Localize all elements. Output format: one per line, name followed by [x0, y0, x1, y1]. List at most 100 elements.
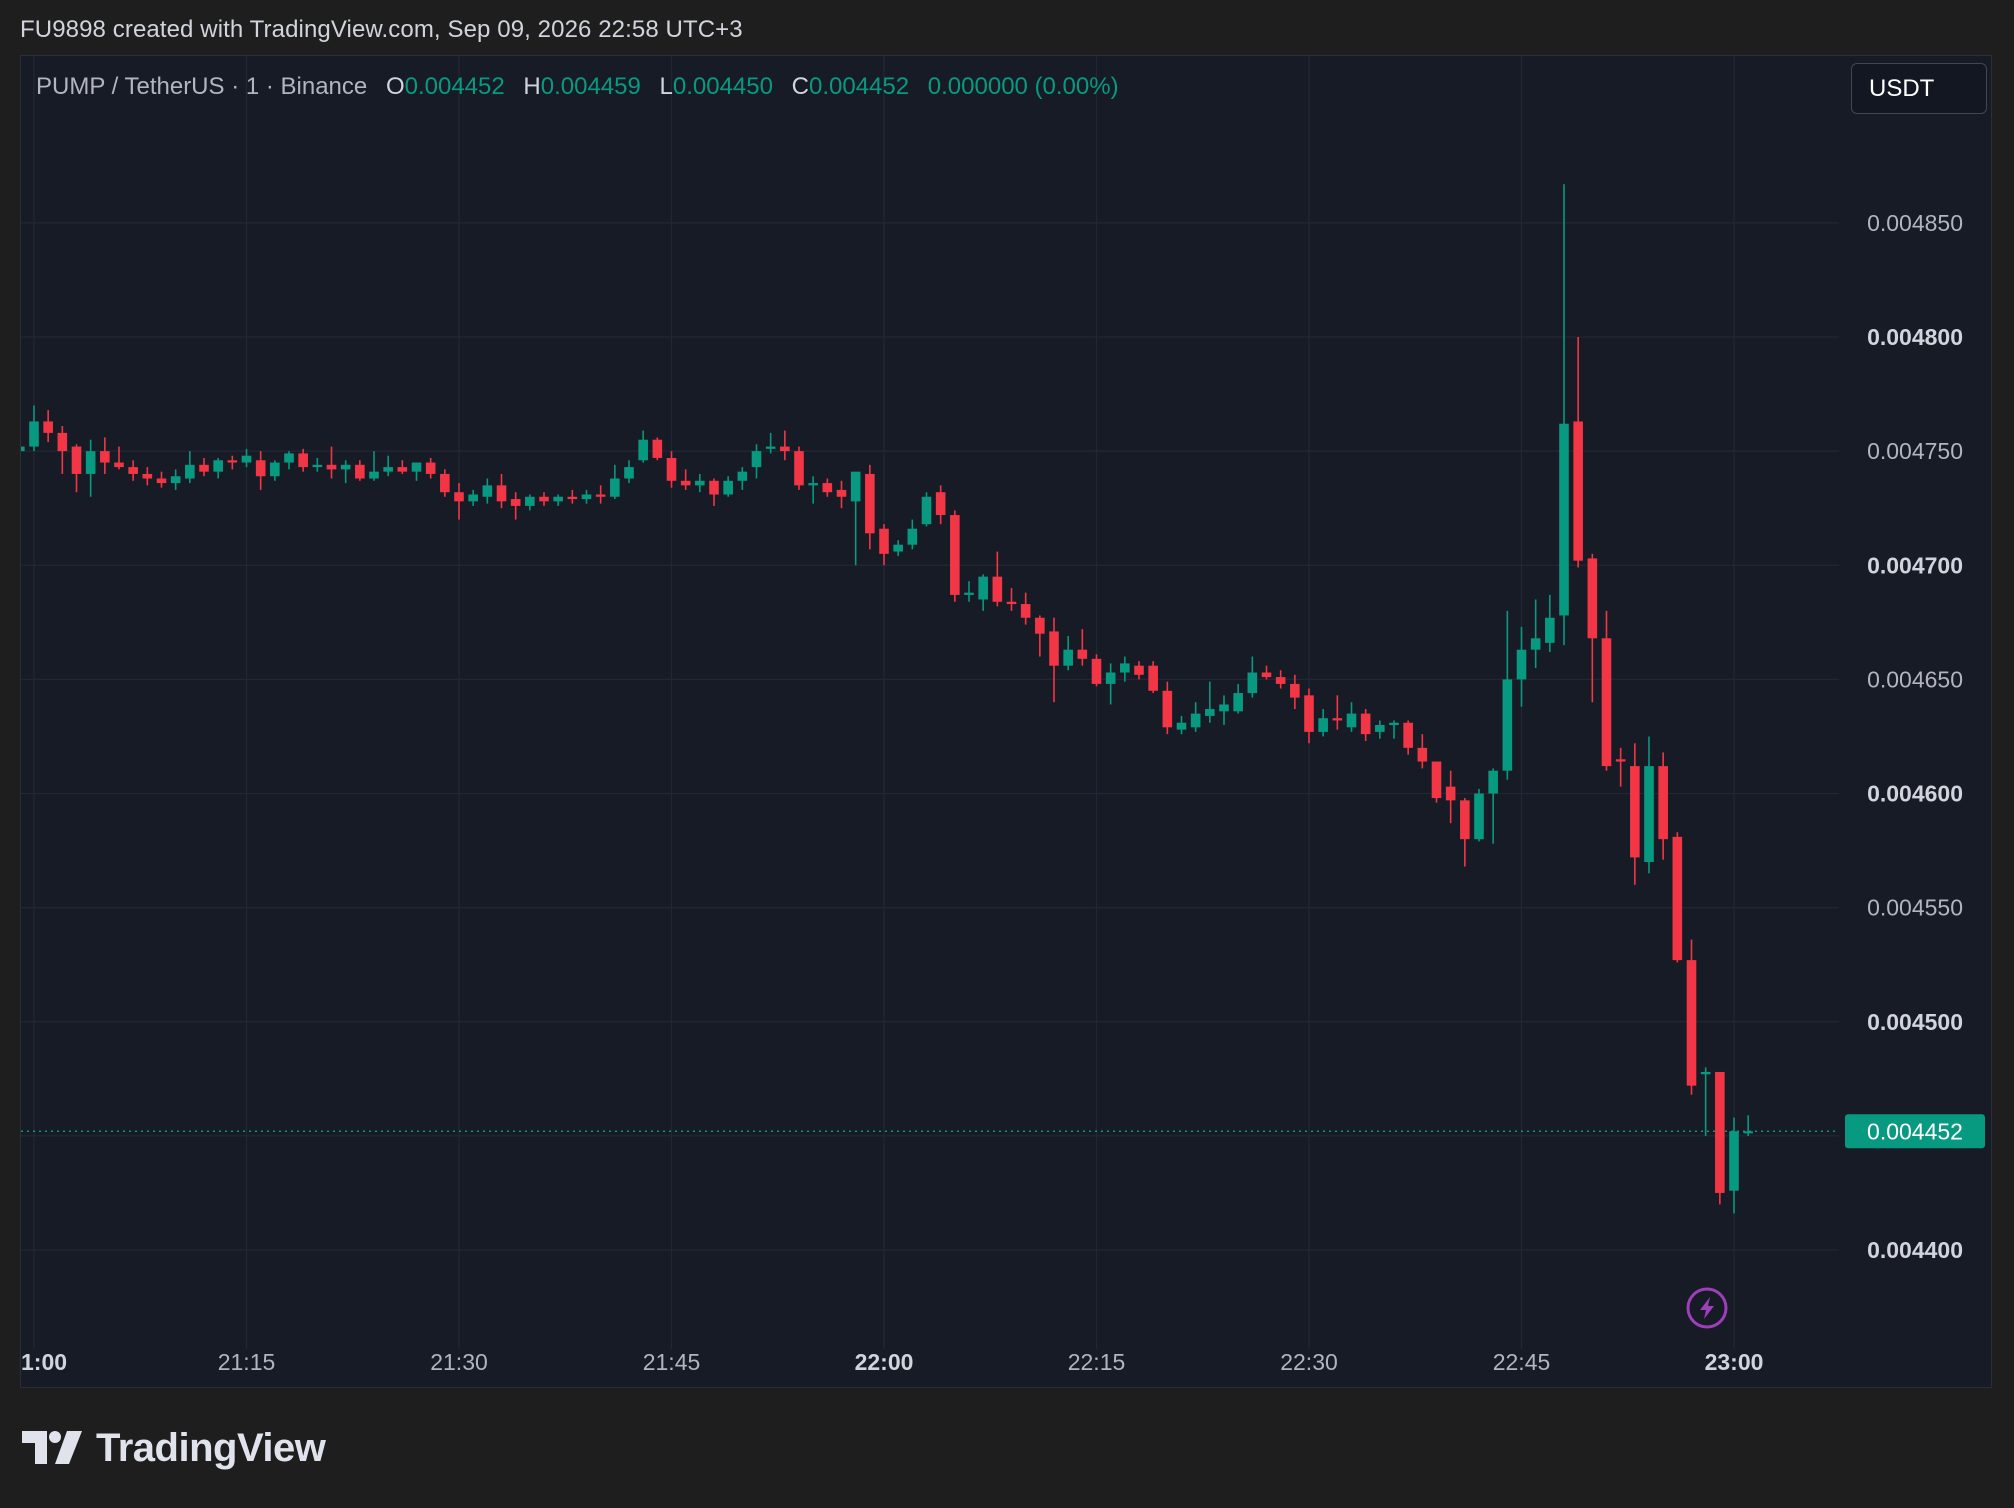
candle	[1360, 709, 1371, 742]
candle	[1672, 832, 1683, 963]
candle	[156, 471, 167, 488]
candle-body	[284, 453, 294, 463]
candle	[964, 581, 974, 602]
candle	[255, 451, 266, 490]
candle	[1743, 1115, 1753, 1136]
price-axis-label: 0.004750	[1867, 438, 1963, 464]
candle-body	[581, 494, 592, 500]
candle-body	[156, 478, 167, 484]
candle	[510, 492, 521, 520]
candle-body	[1474, 793, 1484, 840]
candle	[695, 473, 705, 493]
candle-body	[1077, 649, 1088, 659]
candle-body	[355, 464, 365, 479]
candle	[496, 473, 507, 509]
candle-body	[227, 460, 238, 463]
candle-body	[893, 544, 903, 552]
candle-body	[680, 480, 691, 486]
time-axis[interactable]: 1:00 21:15 21:30 21:45 22:00 22:15 22:30 22:45 2…	[21, 1349, 1763, 1375]
candle-body	[1530, 638, 1541, 650]
chart-pane[interactable]: 0.004850 0.004800 0.004750 0.004700 0.004650…	[20, 55, 1992, 1388]
candle	[1686, 939, 1697, 1095]
candle	[751, 444, 762, 479]
candle-body	[270, 462, 280, 477]
candle	[709, 478, 719, 506]
candle-body	[425, 462, 436, 474]
candle-body	[1360, 713, 1371, 735]
candle-body	[907, 528, 918, 545]
candle-body	[1346, 713, 1357, 728]
candle	[128, 460, 138, 481]
candle-body	[1134, 665, 1144, 675]
candle-body	[794, 451, 804, 486]
candle	[1304, 688, 1314, 744]
tradingview-wordmark: TradingView	[96, 1425, 326, 1470]
lightning-icon[interactable]	[1686, 1287, 1728, 1329]
candle-body	[780, 446, 790, 452]
candle-body	[1686, 960, 1697, 1086]
candle	[808, 476, 818, 504]
candle-body	[1275, 677, 1286, 684]
candle	[425, 457, 436, 479]
candle	[666, 451, 677, 488]
candle	[1488, 768, 1498, 844]
open-value: 0.004452	[404, 73, 505, 100]
candle	[921, 492, 932, 527]
candle	[1205, 681, 1215, 723]
candlestick-chart[interactable]: 0.004850 0.004800 0.004750 0.004700 0.004650…	[21, 56, 1991, 1387]
last-price-badge: 0.004452	[1845, 1114, 1985, 1149]
candle-body	[1205, 709, 1215, 716]
candle	[1700, 1067, 1711, 1136]
candle-body	[1318, 718, 1328, 732]
lightning-icon-bolt	[1700, 1297, 1714, 1319]
candle-body	[114, 462, 124, 468]
candle-body	[610, 478, 620, 497]
low-value: 0.004450	[672, 73, 773, 100]
candle-body	[142, 473, 153, 479]
candle-body	[1715, 1071, 1725, 1193]
price-axis-label: 0.004500	[1867, 1009, 1963, 1035]
symbol-title[interactable]: PUMP / TetherUS · 1 · Binance	[36, 73, 367, 100]
candle-body	[1573, 421, 1583, 561]
candle-body	[1516, 649, 1527, 680]
candle	[638, 430, 648, 463]
candle-body	[836, 489, 847, 497]
candle-body	[1304, 695, 1314, 732]
time-axis-label: 1:00	[21, 1349, 67, 1375]
time-axis-label: 21:15	[218, 1349, 276, 1375]
candle-body	[85, 451, 96, 474]
candle-body	[1389, 722, 1399, 726]
candle-body	[454, 492, 464, 502]
candle	[1630, 743, 1640, 885]
candle	[468, 489, 478, 506]
time-axis-label: 21:30	[430, 1349, 488, 1375]
candle-body	[1375, 725, 1385, 732]
currency-button[interactable]: USDT	[1851, 63, 1987, 114]
tradingview-logo[interactable]: TradingView	[22, 1423, 326, 1473]
low-label: L	[659, 73, 673, 100]
candle-body	[1431, 761, 1442, 799]
candle-body	[865, 473, 875, 534]
price-axis[interactable]: 0.004850 0.004800 0.004750 0.004700 0.004650…	[1867, 210, 1963, 1263]
candle	[1516, 626, 1527, 707]
candle	[1530, 599, 1541, 668]
time-axis-label: 22:15	[1068, 1349, 1126, 1375]
candle-body	[1630, 766, 1640, 858]
candle	[652, 437, 663, 461]
chart-header-text: FU9898 created with TradingView.com, Sep…	[20, 16, 743, 43]
candle-body	[340, 464, 351, 470]
candle	[1247, 656, 1258, 698]
candle-body	[822, 483, 833, 493]
candle	[1063, 636, 1073, 671]
candle-body	[950, 515, 960, 595]
candle	[57, 426, 68, 474]
candle-body	[312, 464, 323, 468]
candle-body	[638, 439, 648, 461]
candle	[1460, 798, 1470, 867]
candle	[865, 464, 875, 550]
ohlc-legend: PUMP / TetherUS · 1 · Binance O0.004452 …	[36, 73, 1119, 101]
candle	[1020, 592, 1031, 625]
candle	[1601, 610, 1612, 771]
candle	[1573, 337, 1583, 568]
candle-body	[170, 476, 181, 484]
